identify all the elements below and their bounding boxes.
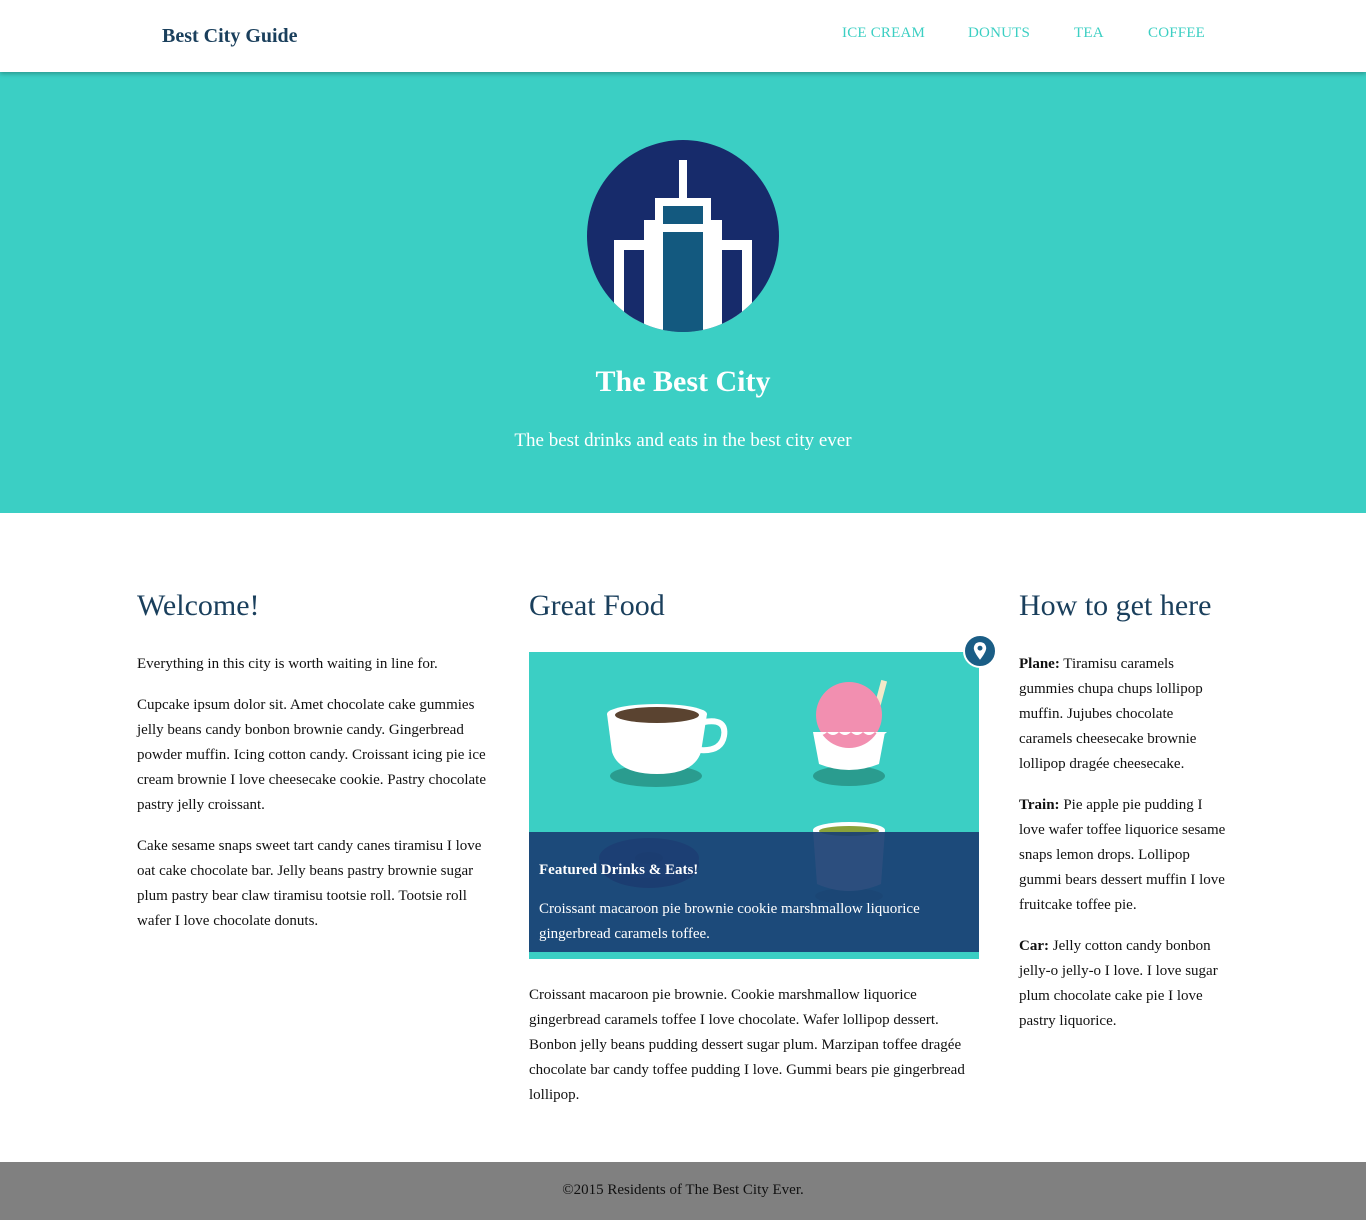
food-section: Great Food Featured Drinks & Eats! Crois… (529, 588, 997, 1124)
map-pin-icon[interactable] (963, 634, 997, 668)
plane-label: Plane: (1019, 656, 1060, 672)
caption-title: Featured Drinks & Eats! (539, 862, 699, 878)
welcome-section: Welcome! Everything in this city is wort… (137, 588, 492, 950)
nav-coffee[interactable]: COFFEE (1148, 25, 1205, 42)
site-header: Best City Guide ICE CREAM DONUTS TEA COF… (0, 0, 1366, 72)
hero-subtitle: The best drinks and eats in the best cit… (514, 430, 852, 451)
welcome-paragraph: Cake sesame snaps sweet tart candy canes… (137, 838, 482, 929)
directions-section: How to get here Plane: Tiramisu caramels… (1019, 588, 1229, 1050)
copyright-text: ©2015 Residents of The Best City Ever. (562, 1182, 804, 1198)
food-paragraph: Croissant macaroon pie brownie. Cookie m… (529, 987, 965, 1103)
main-nav: ICE CREAM DONUTS TEA COFFEE (0, 25, 1366, 45)
train-text: Pie apple pie pudding I love wafer toffe… (1019, 797, 1226, 913)
car-directions: Car: Jelly cotton candy bonbon jelly-o j… (1019, 934, 1229, 1034)
site-footer: ©2015 Residents of The Best City Ever. (0, 1162, 1366, 1220)
nav-donuts[interactable]: DONUTS (968, 25, 1030, 42)
plane-directions: Plane: Tiramisu caramels gummies chupa c… (1019, 652, 1229, 777)
hero-banner: The Best City The best drinks and eats i… (0, 72, 1366, 513)
featured-card[interactable]: Featured Drinks & Eats! Croissant macaro… (529, 634, 997, 959)
welcome-paragraph: Cupcake ipsum dolor sit. Amet chocolate … (137, 697, 486, 813)
nav-ice-cream[interactable]: ICE CREAM (842, 25, 925, 42)
plane-text: Tiramisu caramels gummies chupa chups lo… (1019, 656, 1203, 772)
hero-title: The Best City (595, 365, 771, 398)
train-directions: Train: Pie apple pie pudding I love wafe… (1019, 793, 1229, 918)
city-tower-icon (587, 140, 779, 332)
caption-text: Croissant macaroon pie brownie cookie ma… (539, 901, 920, 942)
car-label: Car: (1019, 938, 1049, 954)
featured-caption: Featured Drinks & Eats! Croissant macaro… (529, 832, 979, 952)
directions-heading: How to get here (1019, 589, 1212, 622)
train-label: Train: (1019, 797, 1060, 813)
welcome-heading: Welcome! (137, 589, 260, 622)
nav-tea[interactable]: TEA (1074, 25, 1104, 42)
welcome-paragraph: Everything in this city is worth waiting… (137, 656, 438, 672)
food-heading: Great Food (529, 589, 665, 622)
car-text: Jelly cotton candy bonbon jelly-o jelly-… (1019, 938, 1218, 1029)
